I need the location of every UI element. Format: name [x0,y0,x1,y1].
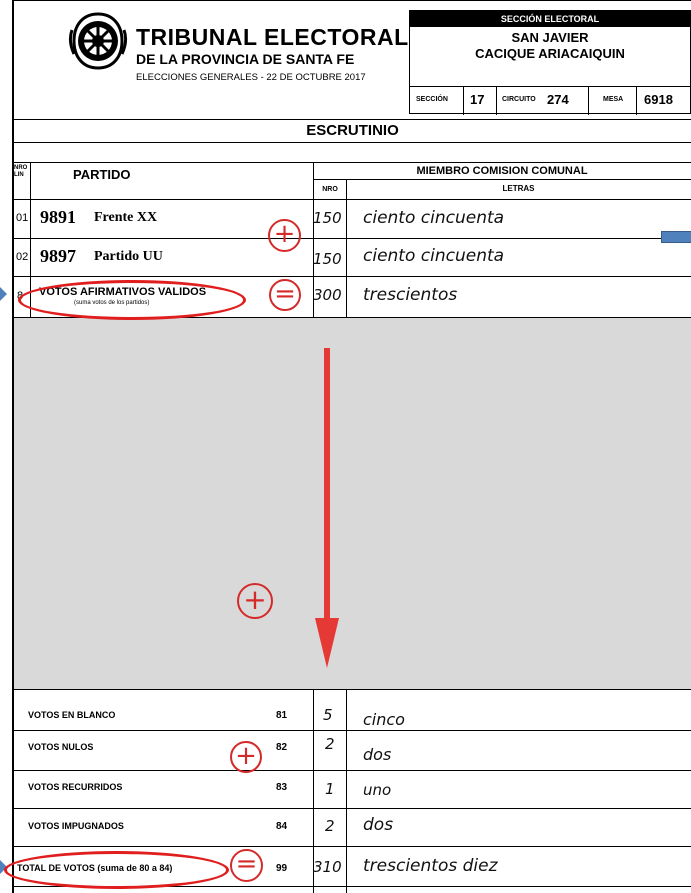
summary-votes: 5 [323,706,333,724]
left-marker-top [0,287,7,301]
party-name: Frente XX [94,210,158,225]
summary-row: VOTOS EN BLANCO 81 5 cinco [14,689,691,730]
down-arrow-icon [315,348,339,668]
summary-votes: 2 [325,735,335,753]
valid-votes-words: trescientos [363,285,458,305]
plus-icon: + [230,741,262,773]
party-lin: 01 [16,212,29,224]
header-title-line2: DE LA PROVINCIA DE SANTA FE [136,51,355,67]
summary-votes: 2 [325,817,335,835]
seccion-value: 17 [470,92,485,107]
summary-row: VOTOS IMPUGNADOS 84 2 dos [14,808,691,846]
total-votes: 310 [313,858,342,876]
party-row: 01 9891 Frente XX 150 ciento cincuenta [14,199,691,238]
plus-icon: + [268,219,301,252]
party-lin: 02 [16,251,29,263]
equals-icon: = [230,849,263,882]
seal-icon [68,10,128,72]
seccion-label: SECCIÓN [416,96,448,103]
col-partido: PARTIDO [73,167,131,182]
summary-words: dos [363,815,394,835]
party-votes-words: ciento cincuenta [363,208,505,228]
valid-votes-value: 300 [313,286,342,304]
section-electoral-label: SECCIÓN ELECTORAL [410,11,690,27]
escrutinio-title: ESCRUTINIO [306,122,399,139]
party-number: 9897 [40,246,76,266]
total-code: 99 [276,863,288,874]
section-line2: CACIQUE ARIACAIQUIN [475,46,625,61]
summary-words: dos [363,745,392,764]
mesa-value: 6918 [644,92,673,107]
unused-area [14,317,691,689]
col-miembro: MIEMBRO COMISION COMUNAL [416,165,588,177]
summary-label: VOTOS EN BLANCO [28,710,116,720]
summary-row: VOTOS NULOS 82 2 dos [14,730,691,770]
plus-icon: + [237,583,273,619]
col-letras: LETRAS [502,184,535,193]
col-nro-lin: NRO LIN [14,165,28,178]
summary-words: uno [363,781,392,799]
col-nro: NRO [322,186,338,193]
party-row: 02 9897 Partido UU 150 ciento cincuenta [14,238,691,276]
summary-code: 82 [276,742,288,753]
valid-votes-highlight-ellipse [18,280,246,320]
mesa-label: MESA [603,96,624,103]
total-words: trescientos diez [363,856,498,876]
header-title: TRIBUNAL ELECTORAL [136,24,409,50]
summary-label: VOTOS RECURRIDOS [28,782,123,792]
summary-code: 83 [276,782,288,793]
summary-row: VOTOS RECURRIDOS 83 1 uno [14,770,691,808]
party-votes-words: ciento cincuenta [363,246,505,266]
summary-label: VOTOS NULOS [28,742,94,752]
summary-code: 81 [276,710,288,721]
summary-votes: 1 [325,780,335,798]
party-votes: 150 [313,250,342,268]
summary-code: 84 [276,821,288,832]
total-votes-highlight-ellipse [4,851,229,889]
equals-icon: = [269,279,301,311]
summary-words: cinco [363,710,405,729]
summary-label: VOTOS IMPUGNADOS [28,821,124,831]
circuito-value: 274 [547,92,569,107]
section-line1: SAN JAVIER [511,30,589,45]
section-electoral-box: SECCIÓN ELECTORAL SAN JAVIER CACIQUE ARI… [409,10,691,115]
party-number: 9891 [40,207,76,227]
party-votes: 150 [313,209,342,227]
right-marker [661,231,691,243]
circuito-label: CIRCUITO [502,96,536,103]
party-name: Partido UU [94,249,163,264]
header-subtitle: ELECCIONES GENERALES - 22 DE OCTUBRE 201… [136,72,366,83]
